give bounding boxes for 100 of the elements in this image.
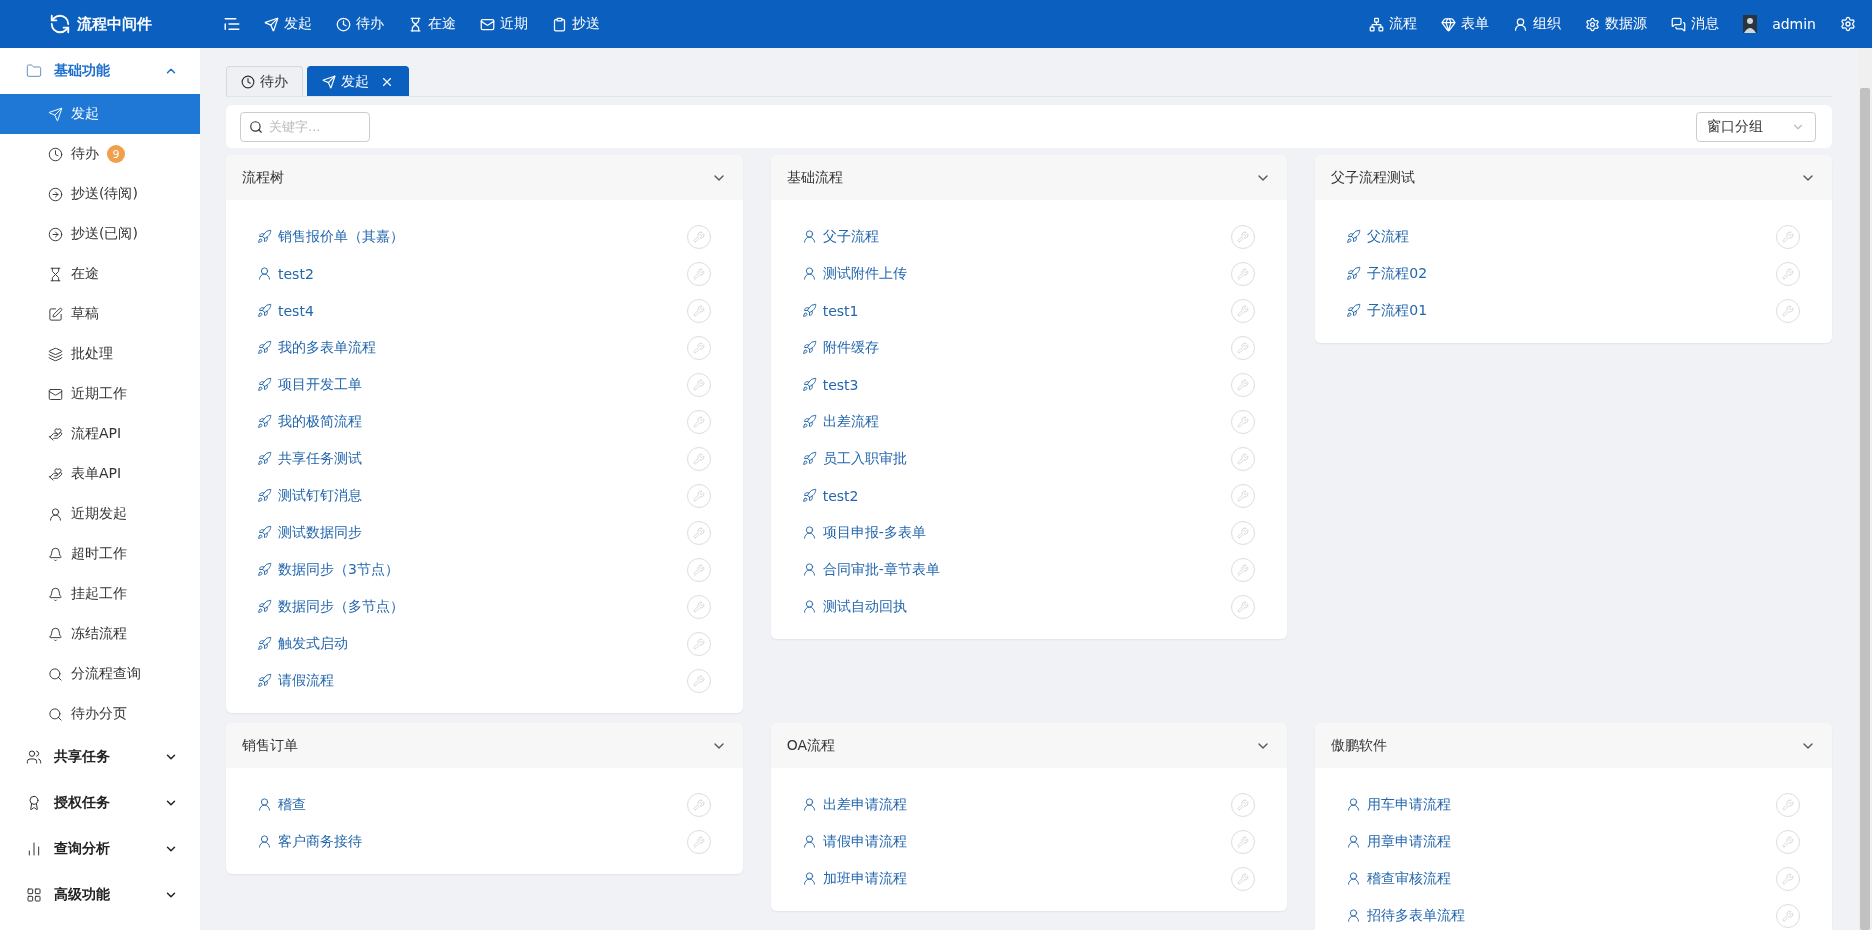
flow-link[interactable]: 销售报价单（其嘉） (257, 227, 404, 246)
sidebar-item[interactable]: 挂起工作 (0, 574, 200, 614)
flow-link[interactable]: 父子流程 (801, 227, 879, 246)
flow-link[interactable]: 数据同步（多节点） (257, 597, 404, 616)
scrollbar-thumb[interactable] (1860, 88, 1870, 930)
flow-link[interactable]: test1 (801, 302, 859, 319)
sidebar-item-label: 挂起工作 (71, 585, 127, 603)
flow-link[interactable]: 测试自动回执 (801, 597, 907, 616)
flow-link[interactable]: 客户商务接待 (257, 832, 362, 851)
sidebar-item[interactable]: 待办 9 (0, 134, 200, 174)
flow-link[interactable]: 合同审批-章节表单 (801, 560, 940, 579)
arrow-circle-icon (48, 226, 63, 242)
search-field[interactable]: 关键字... (240, 111, 370, 142)
flow-link[interactable]: 测试附件上传 (801, 264, 907, 283)
sidebar-item[interactable]: 超时工作 (0, 534, 200, 574)
flow-link[interactable]: 测试数据同步 (257, 523, 362, 542)
wrench-icon (1782, 835, 1794, 848)
sidebar-group[interactable]: 授权任务 (0, 780, 200, 826)
hourglass-icon (408, 16, 423, 32)
rocket-icon (1346, 303, 1362, 318)
sidebar-item-label: 抄送(已阅) (71, 225, 138, 243)
sidebar-item[interactable]: 发起 (0, 94, 200, 134)
sidebar-group[interactable]: 共享任务 (0, 734, 200, 780)
flow-link[interactable]: test4 (257, 302, 314, 319)
user-icon (801, 797, 817, 812)
sidebar-item[interactable]: 批处理 (0, 334, 200, 374)
tab[interactable]: 待办 (226, 66, 303, 96)
sidebar-group[interactable]: 基础功能 (0, 48, 200, 94)
sidebar-item[interactable]: 待办分页 (0, 694, 200, 734)
rocket-icon (801, 414, 817, 429)
nav-link[interactable]: 待办 (324, 15, 396, 33)
sidebar-item[interactable]: 抄送(待阅) (0, 174, 200, 214)
flow-link[interactable]: 数据同步（3节点） (257, 560, 399, 579)
flow-link[interactable]: 触发式启动 (257, 634, 348, 653)
wrench-icon (1237, 452, 1250, 465)
sidebar-group[interactable]: 查询分析 (0, 826, 200, 872)
user-icon (801, 834, 817, 849)
nav-link[interactable]: 消息 (1659, 15, 1732, 33)
settings-icon[interactable] (1840, 16, 1856, 32)
nav-link[interactable]: 流程 (1357, 15, 1430, 33)
flow-link[interactable]: 项目开发工单 (257, 375, 362, 394)
flow-link[interactable]: 我的极简流程 (257, 412, 362, 431)
nav-link[interactable]: 近期 (468, 15, 540, 33)
card-title: 傲鹏软件 (1331, 736, 1388, 755)
logo-icon (48, 13, 71, 35)
user-icon (801, 525, 817, 540)
menu-icon[interactable] (223, 15, 241, 33)
flow-link[interactable]: 父流程 (1346, 227, 1410, 246)
card-title: 父子流程测试 (1331, 168, 1416, 187)
flow-link[interactable]: 请假申请流程 (801, 832, 907, 851)
flow-link[interactable]: test2 (801, 487, 859, 504)
flow-link[interactable]: 请假流程 (257, 671, 334, 690)
flow-link[interactable]: test2 (257, 265, 314, 282)
tab[interactable]: 发起 (307, 66, 409, 96)
sidebar-item[interactable]: 分流程查询 (0, 654, 200, 694)
rocket-icon (257, 377, 272, 392)
sidebar-item[interactable]: 流程API (0, 414, 200, 454)
hourglass-icon (48, 266, 63, 282)
wrench-icon (692, 600, 705, 613)
sidebar-item[interactable]: 在途 (0, 254, 200, 294)
flow-link[interactable]: 附件缓存 (801, 338, 879, 357)
flow-link[interactable]: 测试钉钉消息 (257, 486, 362, 505)
flow-link[interactable]: 共享任务测试 (257, 449, 362, 468)
group-dropdown[interactable]: 窗口分组 (1696, 111, 1816, 142)
sidebar-item[interactable]: 近期发起 (0, 494, 200, 534)
flow-link[interactable]: 出差申请流程 (801, 795, 907, 814)
sidebar-item[interactable]: 冻结流程 (0, 614, 200, 654)
flow-link[interactable]: 稽查 (257, 795, 306, 814)
sidebar-item[interactable]: 草稿 (0, 294, 200, 334)
flow-link[interactable]: 加班申请流程 (801, 869, 907, 888)
wrench-icon (692, 674, 705, 687)
flow-link[interactable]: 出差流程 (801, 412, 879, 431)
flow-link[interactable]: 子流程02 (1346, 264, 1428, 283)
flow-link[interactable]: 项目申报-多表单 (801, 523, 926, 542)
nav-link[interactable]: 发起 (252, 15, 324, 33)
sidebar-item-label: 批处理 (71, 345, 113, 363)
user-menu[interactable]: admin (1731, 15, 1828, 33)
nav-link[interactable]: 表单 (1429, 15, 1502, 33)
sidebar-group[interactable]: 高级功能 (0, 872, 200, 918)
send-icon (48, 106, 63, 122)
card-title: 基础流程 (786, 168, 843, 187)
wrench-icon (1237, 489, 1250, 502)
flow-link[interactable]: 员工入职审批 (801, 449, 907, 468)
flow-link[interactable]: 子流程01 (1346, 301, 1428, 320)
flow-link[interactable]: 用车申请流程 (1346, 795, 1452, 814)
nav-link[interactable]: 抄送 (540, 15, 612, 33)
flow-link[interactable]: 稽查审核流程 (1346, 869, 1452, 888)
app-title: 流程中间件 (76, 14, 152, 34)
hand-icon (48, 466, 63, 482)
sidebar-item-label: 待办 (71, 145, 99, 163)
nav-link[interactable]: 在途 (396, 15, 468, 33)
flow-link[interactable]: 我的多表单流程 (257, 338, 376, 357)
sidebar-item[interactable]: 近期工作 (0, 374, 200, 414)
flow-link[interactable]: 招待多表单流程 (1346, 906, 1466, 925)
flow-link[interactable]: 用章申请流程 (1346, 832, 1452, 851)
sidebar-item[interactable]: 表单API (0, 454, 200, 494)
nav-link[interactable]: 数据源 (1573, 15, 1660, 33)
flow-link[interactable]: test3 (801, 376, 859, 393)
sidebar-item[interactable]: 抄送(已阅) (0, 214, 200, 254)
nav-link[interactable]: 组织 (1501, 15, 1574, 33)
